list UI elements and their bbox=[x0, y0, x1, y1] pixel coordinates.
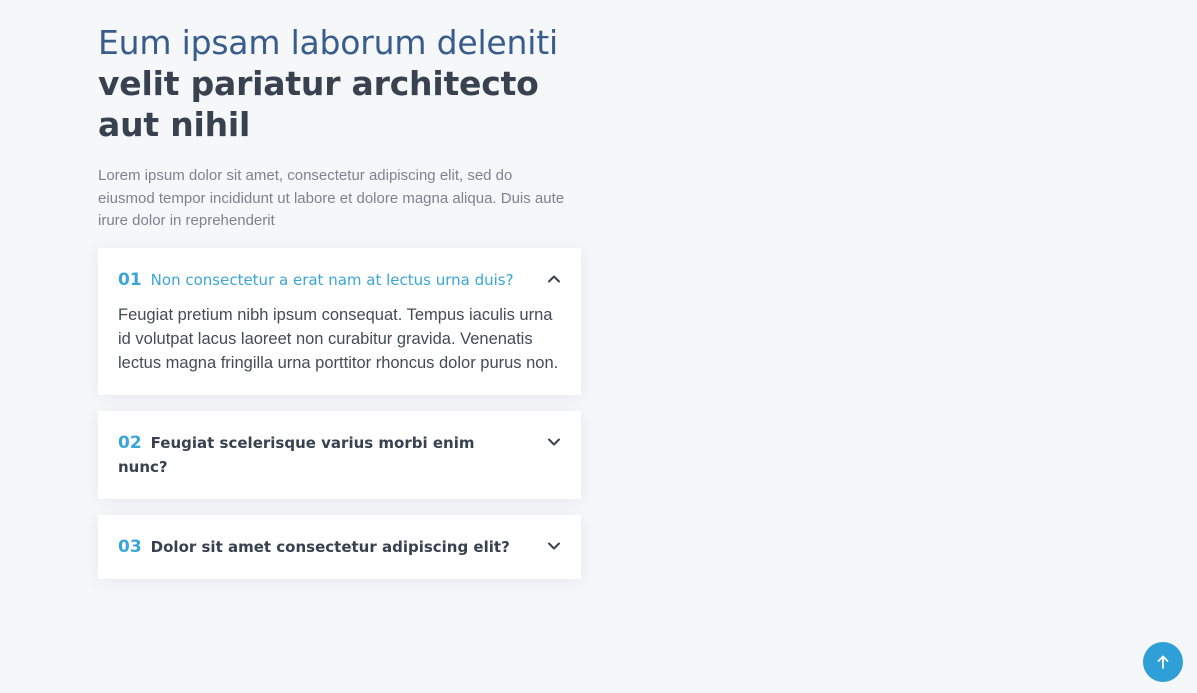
chevron-up-icon[interactable] bbox=[547, 274, 561, 284]
faq-number: 03 bbox=[118, 536, 142, 557]
faq-question: Dolor sit amet consectetur adipiscing el… bbox=[150, 537, 510, 556]
faq-item-1: 01 Non consectetur a erat nam at lectus u… bbox=[98, 247, 581, 395]
title-light: Eum ipsam laborum deleniti bbox=[98, 23, 558, 62]
faq-number: 01 bbox=[118, 269, 142, 290]
intro-text: Lorem ipsum dolor sit amet, consectetur … bbox=[98, 167, 565, 229]
faq-item-3: 03 Dolor sit amet consectetur adipiscing … bbox=[98, 514, 581, 579]
faq-item-2: 02 Feugiat scelerisque varius morbi enim … bbox=[98, 410, 581, 499]
faq-toggle-2[interactable]: 02 Feugiat scelerisque varius morbi enim … bbox=[118, 431, 561, 479]
faq-number: 02 bbox=[118, 432, 142, 453]
faq-list: 01 Non consectetur a erat nam at lectus u… bbox=[98, 247, 581, 579]
section-title: Eum ipsam laborum deleniti velit pariatu… bbox=[98, 22, 581, 145]
faq-section: Eum ipsam laborum deleniti velit pariatu… bbox=[98, 22, 581, 595]
chevron-down-icon[interactable] bbox=[547, 437, 561, 447]
title-bold: velit pariatur architecto aut nihil bbox=[98, 64, 539, 144]
faq-question: Non consectetur a erat nam at lectus urn… bbox=[150, 270, 514, 289]
back-to-top-button[interactable] bbox=[1143, 642, 1183, 682]
faq-toggle-3[interactable]: 03 Dolor sit amet consectetur adipiscing … bbox=[118, 535, 561, 559]
faq-answer: Feugiat pretium nibh ipsum consequat. Te… bbox=[118, 305, 559, 372]
chevron-down-icon[interactable] bbox=[547, 541, 561, 551]
arrow-up-icon bbox=[1157, 655, 1169, 669]
faq-question: Feugiat scelerisque varius morbi enim nu… bbox=[118, 433, 475, 476]
faq-toggle-1[interactable]: 01 Non consectetur a erat nam at lectus u… bbox=[118, 268, 561, 292]
